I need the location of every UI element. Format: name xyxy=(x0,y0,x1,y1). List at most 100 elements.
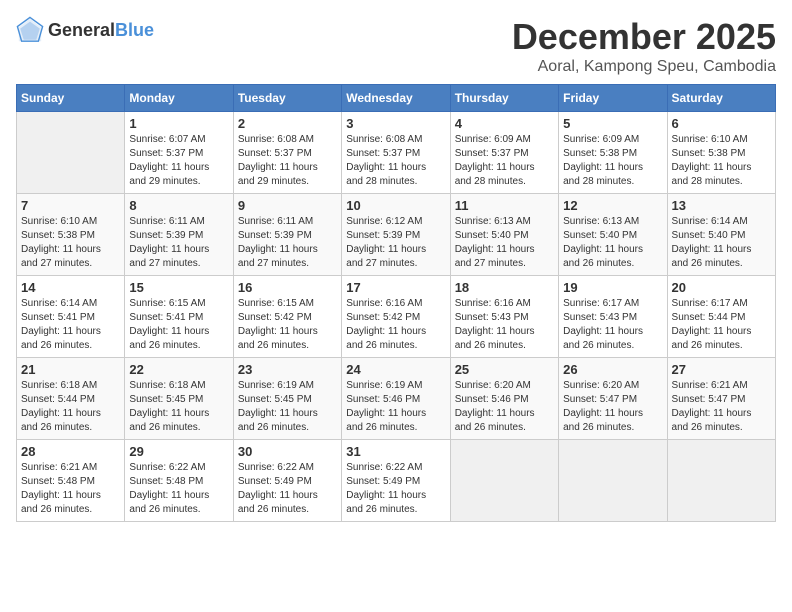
calendar-cell: 12Sunrise: 6:13 AMSunset: 5:40 PMDayligh… xyxy=(559,194,667,276)
day-number: 1 xyxy=(129,116,228,131)
calendar-cell: 28Sunrise: 6:21 AMSunset: 5:48 PMDayligh… xyxy=(17,440,125,522)
calendar-cell: 20 Sunrise: 6:17 AMSunset: 5:44 PMDayligh… xyxy=(667,276,775,358)
day-info: Sunrise: 6:17 AMSunset: 5:43 PMDaylight:… xyxy=(563,297,662,353)
calendar-cell: 9Sunrise: 6:11 AMSunset: 5:39 PMDaylight… xyxy=(233,194,341,276)
calendar-cell: 25 Sunrise: 6:20 AMSunset: 5:46 PMDayligh… xyxy=(450,358,558,440)
calendar-cell xyxy=(667,440,775,522)
day-info: Sunrise: 6:14 AMSunset: 5:41 PMDaylight:… xyxy=(21,297,120,353)
day-info: Sunrise: 6:20 AMSunset: 5:47 PMDaylight:… xyxy=(563,379,662,435)
weekday-header: Tuesday xyxy=(233,85,341,112)
day-number: 4 xyxy=(455,116,554,131)
weekday-header: Saturday xyxy=(667,85,775,112)
day-number: 29 xyxy=(129,444,228,459)
calendar-cell xyxy=(17,112,125,194)
day-info: Sunrise: 6:11 AMSunset: 5:39 PMDaylight:… xyxy=(129,215,228,271)
day-info: Sunrise: 6:13 AMSunset: 5:40 PMDaylight:… xyxy=(455,215,554,271)
calendar-week-row: 21Sunrise: 6:18 AMSunset: 5:44 PMDayligh… xyxy=(17,358,776,440)
day-number: 3 xyxy=(346,116,445,131)
calendar-cell: 31Sunrise: 6:22 AMSunset: 5:49 PMDayligh… xyxy=(342,440,450,522)
day-number: 11 xyxy=(455,198,554,213)
day-info: Sunrise: 6:16 AMSunset: 5:43 PMDaylight:… xyxy=(455,297,554,353)
day-info: Sunrise: 6:22 AMSunset: 5:48 PMDaylight:… xyxy=(129,461,228,517)
day-number: 20 xyxy=(672,280,771,295)
day-number: 2 xyxy=(238,116,337,131)
day-info: Sunrise: 6:18 AMSunset: 5:44 PMDaylight:… xyxy=(21,379,120,435)
subtitle: Aoral, Kampong Speu, Cambodia xyxy=(512,58,776,76)
calendar-cell: 2 Sunrise: 6:08 AMSunset: 5:37 PMDaylight… xyxy=(233,112,341,194)
calendar-cell: 21Sunrise: 6:18 AMSunset: 5:44 PMDayligh… xyxy=(17,358,125,440)
calendar-table: SundayMondayTuesdayWednesdayThursdayFrid… xyxy=(16,84,776,522)
day-number: 8 xyxy=(129,198,228,213)
weekday-header: Friday xyxy=(559,85,667,112)
calendar-cell: 3 Sunrise: 6:08 AMSunset: 5:37 PMDaylight… xyxy=(342,112,450,194)
day-number: 19 xyxy=(563,280,662,295)
month-title: December 2025 xyxy=(512,16,776,58)
day-info: Sunrise: 6:12 AMSunset: 5:39 PMDaylight:… xyxy=(346,215,445,271)
weekday-header-row: SundayMondayTuesdayWednesdayThursdayFrid… xyxy=(17,85,776,112)
calendar-week-row: 28Sunrise: 6:21 AMSunset: 5:48 PMDayligh… xyxy=(17,440,776,522)
title-area: December 2025 Aoral, Kampong Speu, Cambo… xyxy=(512,16,776,76)
calendar-cell: 23 Sunrise: 6:19 AMSunset: 5:45 PMDayligh… xyxy=(233,358,341,440)
day-number: 22 xyxy=(129,362,228,377)
day-number: 23 xyxy=(238,362,337,377)
day-info: Sunrise: 6:08 AMSunset: 5:37 PMDaylight:… xyxy=(346,133,445,189)
calendar-cell: 15Sunrise: 6:15 AMSunset: 5:41 PMDayligh… xyxy=(125,276,233,358)
calendar-cell: 30Sunrise: 6:22 AMSunset: 5:49 PMDayligh… xyxy=(233,440,341,522)
day-number: 6 xyxy=(672,116,771,131)
day-info: Sunrise: 6:21 AMSunset: 5:47 PMDaylight:… xyxy=(672,379,771,435)
calendar-cell: 6 Sunrise: 6:10 AMSunset: 5:38 PMDaylight… xyxy=(667,112,775,194)
weekday-header: Monday xyxy=(125,85,233,112)
day-number: 7 xyxy=(21,198,120,213)
day-number: 18 xyxy=(455,280,554,295)
day-info: Sunrise: 6:10 AMSunset: 5:38 PMDaylight:… xyxy=(21,215,120,271)
day-number: 5 xyxy=(563,116,662,131)
day-info: Sunrise: 6:10 AMSunset: 5:38 PMDaylight:… xyxy=(672,133,771,189)
calendar-cell: 22 Sunrise: 6:18 AMSunset: 5:45 PMDayligh… xyxy=(125,358,233,440)
calendar-week-row: 7 Sunrise: 6:10 AMSunset: 5:38 PMDaylight… xyxy=(17,194,776,276)
day-info: Sunrise: 6:19 AMSunset: 5:45 PMDaylight:… xyxy=(238,379,337,435)
calendar-cell: 1 Sunrise: 6:07 AMSunset: 5:37 PMDaylight… xyxy=(125,112,233,194)
day-number: 25 xyxy=(455,362,554,377)
calendar-cell: 10 Sunrise: 6:12 AMSunset: 5:39 PMDayligh… xyxy=(342,194,450,276)
calendar-cell: 8 Sunrise: 6:11 AMSunset: 5:39 PMDaylight… xyxy=(125,194,233,276)
day-info: Sunrise: 6:13 AMSunset: 5:40 PMDaylight:… xyxy=(563,215,662,271)
day-info: Sunrise: 6:16 AMSunset: 5:42 PMDaylight:… xyxy=(346,297,445,353)
day-info: Sunrise: 6:11 AMSunset: 5:39 PMDaylight:… xyxy=(238,215,337,271)
logo: GeneralBlue xyxy=(16,16,154,44)
day-info: Sunrise: 6:08 AMSunset: 5:37 PMDaylight:… xyxy=(238,133,337,189)
day-info: Sunrise: 6:19 AMSunset: 5:46 PMDaylight:… xyxy=(346,379,445,435)
calendar-cell: 16 Sunrise: 6:15 AMSunset: 5:42 PMDayligh… xyxy=(233,276,341,358)
calendar-cell: 27Sunrise: 6:21 AMSunset: 5:47 PMDayligh… xyxy=(667,358,775,440)
calendar-cell: 14 Sunrise: 6:14 AMSunset: 5:41 PMDayligh… xyxy=(17,276,125,358)
weekday-header: Sunday xyxy=(17,85,125,112)
calendar-cell xyxy=(450,440,558,522)
day-info: Sunrise: 6:18 AMSunset: 5:45 PMDaylight:… xyxy=(129,379,228,435)
day-number: 28 xyxy=(21,444,120,459)
day-info: Sunrise: 6:07 AMSunset: 5:37 PMDaylight:… xyxy=(129,133,228,189)
day-number: 17 xyxy=(346,280,445,295)
day-info: Sunrise: 6:17 AMSunset: 5:44 PMDaylight:… xyxy=(672,297,771,353)
logo-icon xyxy=(16,16,44,44)
calendar-cell: 4Sunrise: 6:09 AMSunset: 5:37 PMDaylight… xyxy=(450,112,558,194)
day-info: Sunrise: 6:20 AMSunset: 5:46 PMDaylight:… xyxy=(455,379,554,435)
calendar-cell xyxy=(559,440,667,522)
calendar-cell: 26 Sunrise: 6:20 AMSunset: 5:47 PMDayligh… xyxy=(559,358,667,440)
day-info: Sunrise: 6:14 AMSunset: 5:40 PMDaylight:… xyxy=(672,215,771,271)
day-number: 16 xyxy=(238,280,337,295)
day-number: 14 xyxy=(21,280,120,295)
calendar-cell: 11 Sunrise: 6:13 AMSunset: 5:40 PMDayligh… xyxy=(450,194,558,276)
calendar-week-row: 14 Sunrise: 6:14 AMSunset: 5:41 PMDayligh… xyxy=(17,276,776,358)
day-number: 15 xyxy=(129,280,228,295)
calendar-cell: 5Sunrise: 6:09 AMSunset: 5:38 PMDaylight… xyxy=(559,112,667,194)
day-number: 30 xyxy=(238,444,337,459)
day-number: 10 xyxy=(346,198,445,213)
day-number: 13 xyxy=(672,198,771,213)
weekday-header: Wednesday xyxy=(342,85,450,112)
calendar-cell: 13 Sunrise: 6:14 AMSunset: 5:40 PMDayligh… xyxy=(667,194,775,276)
calendar-cell: 19 Sunrise: 6:17 AMSunset: 5:43 PMDayligh… xyxy=(559,276,667,358)
calendar-cell: 29 Sunrise: 6:22 AMSunset: 5:48 PMDayligh… xyxy=(125,440,233,522)
page-header: GeneralBlue December 2025 Aoral, Kampong… xyxy=(16,16,776,76)
day-number: 26 xyxy=(563,362,662,377)
day-info: Sunrise: 6:15 AMSunset: 5:42 PMDaylight:… xyxy=(238,297,337,353)
calendar-cell: 18 Sunrise: 6:16 AMSunset: 5:43 PMDayligh… xyxy=(450,276,558,358)
